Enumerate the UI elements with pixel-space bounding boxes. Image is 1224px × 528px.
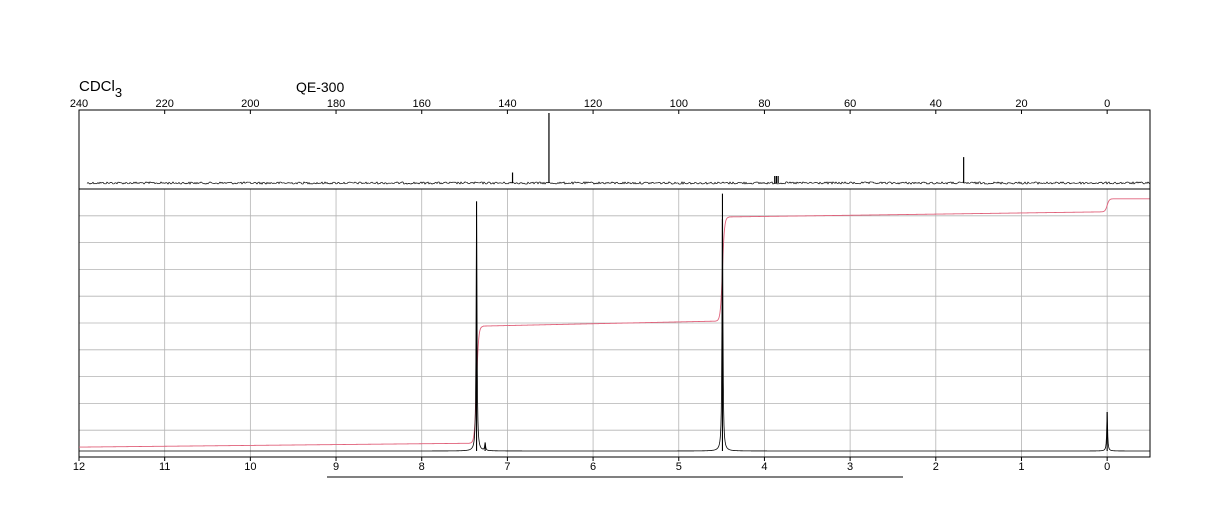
c13-tick-label: 80 (758, 98, 770, 110)
h1-tick-label: 9 (333, 461, 339, 473)
nmr-spectrum-figure: CDCl3 QE-300 240 220 200 180 160 140 120 100 80 6… (70, 78, 1151, 478)
c13-plot-frame (78, 109, 1151, 190)
c13-tick-label: 200 (241, 98, 259, 110)
h1-trace (79, 193, 1150, 452)
h1-tick-label: 6 (590, 461, 596, 473)
instrument-label: QE-300 (296, 79, 344, 95)
c13-tick-label: 120 (584, 98, 602, 110)
h1-tick-label: 2 (933, 461, 939, 473)
h1-spectrum-panel: 12 11 10 9 8 7 6 5 4 3 2 1 0 (73, 188, 1151, 473)
c13-tick-label: 140 (498, 98, 516, 110)
h1-tick-label: 11 (159, 461, 170, 473)
c13-tick-label: 240 (70, 98, 88, 110)
h1-tick-label: 8 (419, 461, 425, 473)
c13-tick-label: 20 (1015, 98, 1027, 110)
c13-tick-label: 160 (413, 98, 431, 110)
c13-tick-label: 100 (670, 98, 688, 110)
solvent-label: CDCl3 (79, 78, 122, 100)
h1-tick-label: 7 (504, 461, 510, 473)
c13-tick-label: 220 (156, 98, 174, 110)
c13-tick-label: 0 (1104, 98, 1110, 110)
c13-tick-label: 180 (327, 98, 345, 110)
c13-x-axis: 240 220 200 180 160 140 120 100 80 60 40 20 0 (70, 98, 1110, 114)
c13-tick-label: 60 (844, 98, 856, 110)
c13-tick-label: 40 (930, 98, 942, 110)
h1-spectrum-line (79, 201, 1150, 452)
c13-baseline-noise (86, 181, 1151, 185)
h1-tick-label: 0 (1104, 461, 1110, 473)
c13-trace (86, 113, 1151, 185)
h1-tick-label: 5 (676, 461, 682, 473)
h1-tick-label: 12 (73, 461, 85, 473)
h1-tick-label: 1 (1018, 461, 1024, 473)
h1-tick-label: 3 (847, 461, 853, 473)
h1-tick-label: 4 (761, 461, 767, 473)
c13-spectrum-panel: 240 220 200 180 160 140 120 100 80 60 40 20 0 (70, 98, 1151, 190)
h1-x-axis: 12 11 10 9 8 7 6 5 4 3 2 1 0 (73, 457, 1110, 473)
h1-tick-label: 10 (244, 461, 256, 473)
